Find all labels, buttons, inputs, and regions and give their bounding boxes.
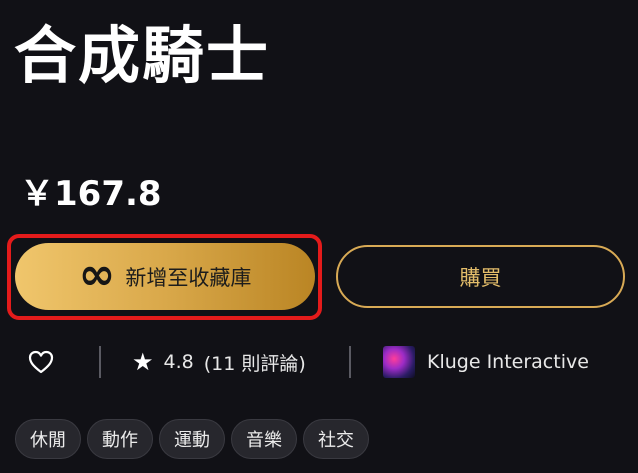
rating[interactable]: ★ 4.8 (11 則評論) xyxy=(132,340,306,384)
divider xyxy=(349,346,351,378)
rating-count: (11 則評論) xyxy=(203,352,306,375)
tag-list: 休閒 動作 運動 音樂 社交 xyxy=(15,419,369,459)
infinity-icon: ∞ xyxy=(78,248,116,300)
buy-button[interactable]: 購買 xyxy=(336,245,625,308)
rating-value: 4.8 xyxy=(163,351,194,373)
add-to-library-label: 新增至收藏庫 xyxy=(125,266,252,290)
tag-social[interactable]: 社交 xyxy=(303,419,369,459)
publisher-logo xyxy=(383,346,415,378)
meta-row: ★ 4.8 (11 則評論) Kluge Interactive xyxy=(0,340,638,384)
star-icon: ★ xyxy=(132,348,154,376)
publisher-name: Kluge Interactive xyxy=(427,351,589,373)
heart-icon[interactable] xyxy=(27,349,55,375)
game-title: 合成騎士 xyxy=(14,19,271,92)
publisher-link[interactable]: Kluge Interactive xyxy=(383,340,589,384)
price-label: ￥167.8 xyxy=(20,174,162,214)
tag-sports[interactable]: 運動 xyxy=(159,419,225,459)
tag-music[interactable]: 音樂 xyxy=(231,419,297,459)
tag-action[interactable]: 動作 xyxy=(87,419,153,459)
tag-casual[interactable]: 休閒 xyxy=(15,419,81,459)
add-to-library-button[interactable]: ∞ 新增至收藏庫 xyxy=(15,243,315,310)
divider xyxy=(99,346,101,378)
